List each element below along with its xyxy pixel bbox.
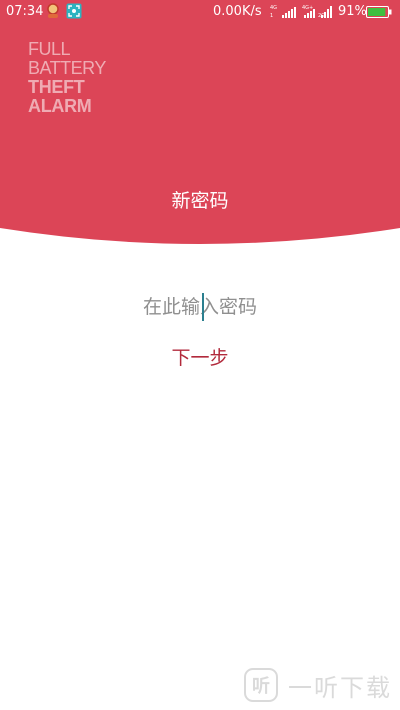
status-bar: 07:34 0.00K/s 4G 1 4G+ 2G 91%	[0, 0, 400, 24]
battery-icon	[366, 6, 392, 18]
logo-line-alarm: ALARM	[28, 96, 92, 116]
svg-text:1: 1	[270, 13, 273, 19]
logo-line-battery-text: BATTERY	[28, 58, 106, 78]
password-input[interactable]	[100, 290, 300, 324]
svg-text:4G: 4G	[270, 5, 277, 11]
signal-4g-icon: 4G 1	[270, 5, 296, 19]
page-title: 新密码	[171, 190, 229, 212]
logo-line-full: FULL	[28, 39, 71, 59]
logo-line-battery: BATTERY	[28, 59, 106, 78]
avatar-notification-icon	[47, 3, 59, 18]
next-button[interactable]: 下一步	[150, 340, 250, 372]
watermark-text: 一听下载	[288, 673, 392, 702]
signal-icon	[321, 6, 332, 18]
watermark: 听 一听下载	[244, 666, 392, 704]
svg-text:4G+: 4G+	[302, 5, 313, 11]
logo-line-theft: THEFT	[28, 77, 85, 97]
watermark-logo-icon: 听	[244, 668, 278, 702]
watermark-logo-glyph: 听	[252, 676, 270, 697]
app-logo: FULL BATTERY THEFT ALARM	[28, 40, 106, 116]
screenshot-icon	[66, 3, 82, 19]
battery-percent: 91%	[338, 4, 367, 19]
text-cursor	[202, 293, 204, 321]
status-time: 07:34	[6, 4, 44, 19]
network-speed: 0.00K/s	[213, 4, 262, 19]
